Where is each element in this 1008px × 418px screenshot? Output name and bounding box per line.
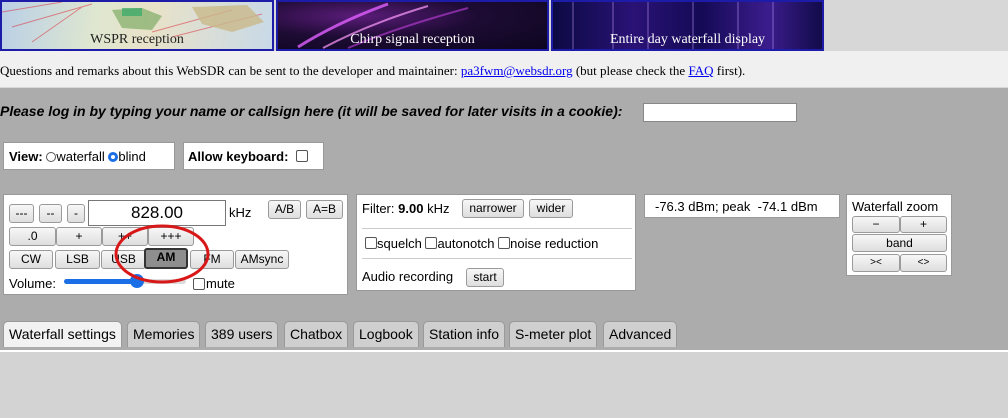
noise-reduction-checkbox[interactable]	[498, 237, 511, 249]
thumbnail-caption: Entire day waterfall display	[609, 32, 766, 47]
day-waterfall-thumbnail[interactable]: Entire day waterfall display	[551, 0, 824, 51]
mode-cw-button[interactable]: CW	[9, 250, 53, 269]
smeter-readout: -76.3 dBm; peak -74.1 dBm	[655, 199, 818, 214]
keyboard-label: Allow keyboard:	[188, 149, 289, 164]
callsign-input[interactable]	[643, 103, 797, 122]
step-down-1-button[interactable]: -	[67, 204, 85, 223]
zoom-narrow-button[interactable]: ><	[852, 254, 900, 272]
filter-label: Filter:	[362, 201, 395, 216]
blind-radio[interactable]	[108, 152, 119, 162]
wspr-reception-thumbnail[interactable]: WSPR reception	[0, 0, 274, 51]
step-up-1-button[interactable]: +	[56, 227, 102, 246]
login-prompt: Please log in by typing your name or cal…	[0, 103, 623, 119]
view-box: View: waterfall blind	[3, 142, 175, 170]
thumbnail-caption: WSPR reception	[90, 32, 184, 47]
zoom-band-button[interactable]: band	[852, 234, 947, 252]
contact-text-middle: (but please check the	[572, 63, 689, 78]
keyboard-box: Allow keyboard:	[183, 142, 324, 170]
recording-separator	[362, 258, 632, 259]
keyboard-checkbox[interactable]	[296, 150, 309, 162]
squelch-label: squelch	[377, 236, 422, 251]
tab-chatbox[interactable]: Chatbox	[284, 321, 349, 347]
waterfall-zoom-box: Waterfall zoom − + band >< <>	[846, 194, 952, 276]
a-equals-b-button[interactable]: A=B	[306, 200, 343, 219]
tab-logbook[interactable]: Logbook	[353, 321, 419, 347]
step-down-3-button[interactable]: ---	[9, 204, 34, 223]
zoom-wide-button[interactable]: <>	[900, 254, 947, 272]
filter-separator	[362, 228, 632, 229]
contact-text: Questions and remarks about this WebSDR …	[0, 63, 461, 78]
tab-memories[interactable]: Memories	[127, 321, 201, 347]
smeter-box: -76.3 dBm; peak -74.1 dBm	[644, 194, 840, 218]
blind-label: blind	[118, 149, 146, 164]
contact-text-end: first).	[713, 63, 746, 78]
wider-button[interactable]: wider	[529, 199, 573, 218]
narrower-button[interactable]: narrower	[462, 199, 524, 218]
waterfall-zoom-title: Waterfall zoom	[852, 199, 939, 214]
frequency-unit: kHz	[229, 205, 252, 220]
waterfall-radio[interactable]	[46, 152, 57, 162]
audio-recording-label: Audio recording	[362, 269, 454, 284]
waterfall-label: waterfall	[56, 149, 105, 164]
ab-button[interactable]: A/B	[268, 200, 301, 219]
faq-link[interactable]: FAQ	[688, 63, 713, 78]
mode-lsb-button[interactable]: LSB	[55, 250, 100, 269]
noise-reduction-label: noise reduction	[510, 236, 599, 251]
tab-content-panel	[0, 350, 1008, 418]
filter-line: Filter: 9.00 kHz	[362, 201, 449, 216]
email-link[interactable]: pa3fwm@websdr.org	[461, 63, 573, 78]
chirp-reception-thumbnail[interactable]: Chirp signal reception	[276, 0, 549, 51]
filter-unit: kHz	[427, 201, 450, 216]
filter-box: Filter: 9.00 kHz narrower wider squelch …	[356, 194, 636, 291]
squelch-checkbox[interactable]	[365, 237, 377, 249]
volume-label: Volume:	[9, 276, 56, 291]
start-recording-button[interactable]: start	[466, 268, 504, 287]
contact-line: Questions and remarks about this WebSDR …	[0, 63, 745, 79]
tab-smeter-plot[interactable]: S-meter plot	[509, 321, 598, 347]
step-down-2-button[interactable]: --	[39, 204, 62, 223]
tab-users[interactable]: 389 users	[205, 321, 279, 347]
tab-station-info[interactable]: Station info	[423, 321, 506, 347]
thumbnail-caption: Chirp signal reception	[350, 32, 475, 47]
autonotch-label: autonotch	[437, 236, 495, 251]
tab-advanced[interactable]: Advanced	[603, 321, 678, 347]
autonotch-checkbox[interactable]	[425, 237, 438, 249]
view-label: View:	[9, 149, 43, 164]
zoom-in-button[interactable]: +	[900, 216, 947, 233]
filter-bandwidth: 9.00	[398, 201, 424, 216]
mode-amsync-button[interactable]: AMsync	[235, 250, 289, 269]
annotation-circle	[114, 224, 210, 284]
zoom-out-button[interactable]: −	[852, 216, 900, 233]
filter-options: squelch autonotch noise reduction	[365, 236, 598, 251]
round-frequency-button[interactable]: .0	[9, 227, 56, 246]
tab-waterfall-settings[interactable]: Waterfall settings	[3, 321, 122, 347]
